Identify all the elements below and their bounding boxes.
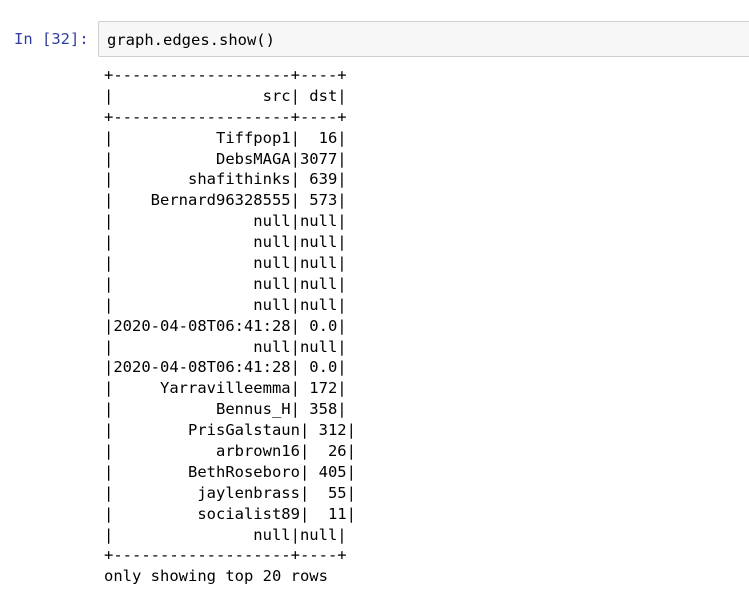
- table-row: | null|null|: [104, 212, 347, 231]
- table-border-bottom: +-------------------+----+: [104, 546, 347, 565]
- table-row: | socialist89| 11|: [104, 504, 356, 523]
- table-row: |2020-04-08T06:41:28| 0.0|: [104, 358, 347, 377]
- table-row: | Tiffpop1| 16|: [104, 128, 347, 147]
- table-row: | PrisGalstaun| 312|: [104, 421, 356, 440]
- table-row: | null|null|: [104, 525, 347, 544]
- code-input-area[interactable]: graph.edges.show(): [98, 21, 749, 57]
- table-row: | Bennus_H| 358|: [104, 400, 347, 419]
- table-row: | shafithinks| 639|: [104, 170, 347, 189]
- table-row: | null|null|: [104, 337, 347, 356]
- table-row: |2020-04-08T06:41:28| 0.0|: [104, 316, 347, 335]
- table-row: | null|null|: [104, 295, 347, 314]
- table-row: | BethRoseboro| 405|: [104, 462, 356, 481]
- cell-output: +-------------------+----+ | src| dst| +…: [104, 65, 356, 587]
- table-border-header: +-------------------+----+: [104, 107, 347, 126]
- table-row: | null|null|: [104, 274, 347, 293]
- table-row: | DebsMAGA|3077|: [104, 149, 347, 168]
- table-row: | arbrown16| 26|: [104, 442, 356, 461]
- output-footer-text: only showing top 20 rows: [104, 567, 328, 586]
- code-text[interactable]: graph.edges.show(): [107, 30, 275, 50]
- table-row: | jaylenbrass| 55|: [104, 483, 356, 502]
- table-row: | Bernard96328555| 573|: [104, 191, 347, 210]
- table-row: | Yarravilleemma| 172|: [104, 379, 347, 398]
- table-row: | null|null|: [104, 233, 347, 252]
- table-border-top: +-------------------+----+: [104, 66, 347, 84]
- notebook-cell: In [32]: graph.edges.show() +-----------…: [0, 0, 749, 607]
- table-row: | null|null|: [104, 254, 347, 273]
- table-header-row: | src| dst|: [104, 86, 347, 105]
- input-prompt: In [32]:: [14, 30, 89, 48]
